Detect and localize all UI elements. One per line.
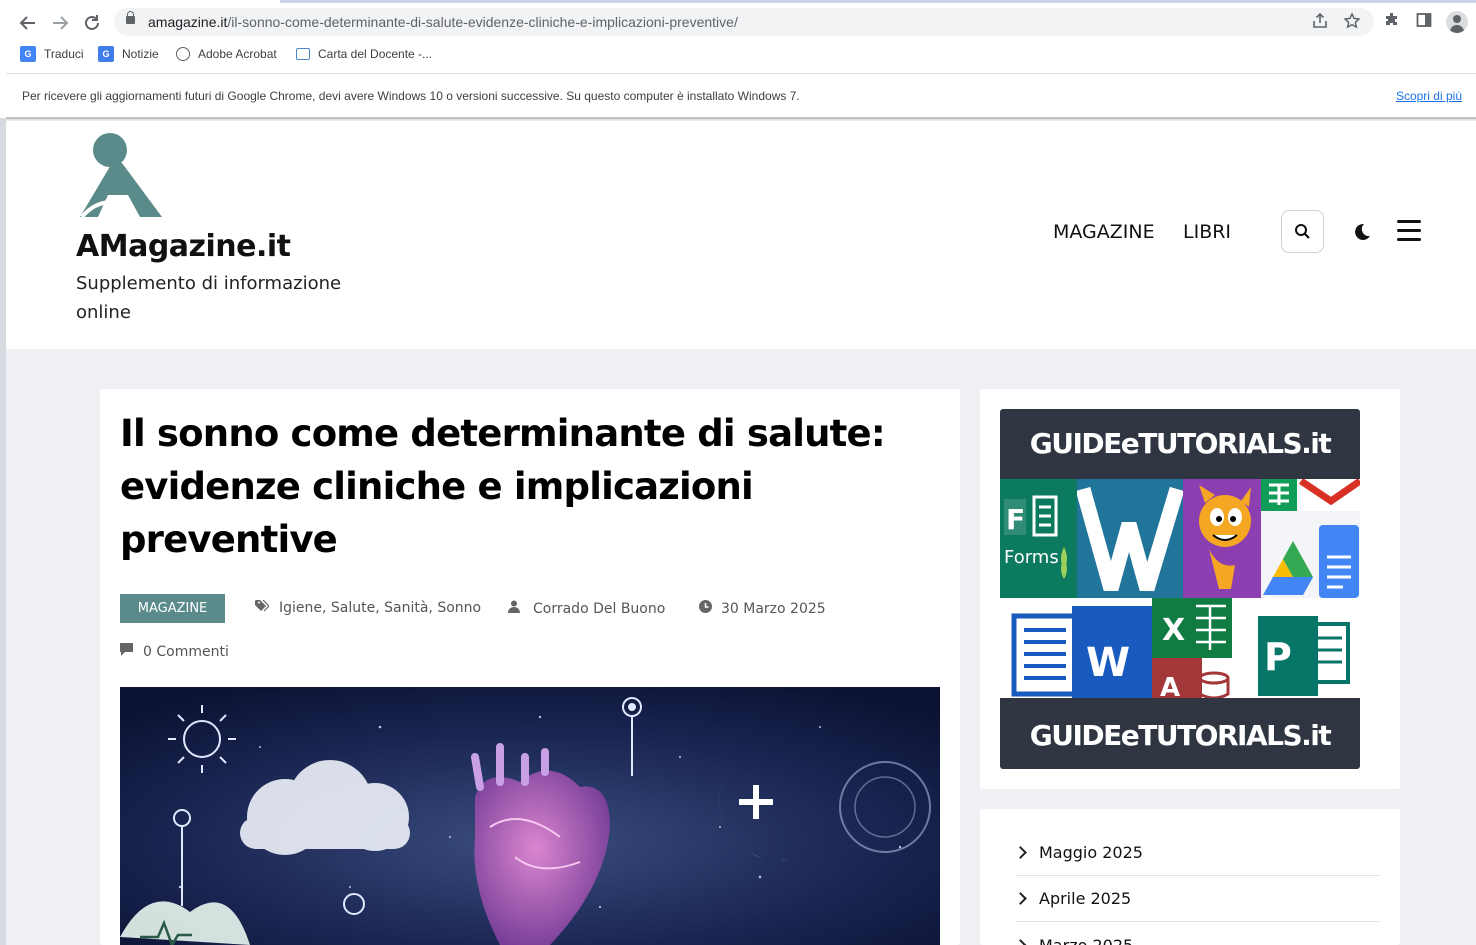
bookmark-carta-del-docente[interactable]: Carta del Docente -... (296, 44, 432, 64)
update-infobar: Per ricevere gli aggiornamenti futuri di… (6, 73, 1476, 119)
forms-label: Forms (1004, 547, 1059, 568)
bookmark-label: Adobe Acrobat (198, 47, 277, 61)
tag-links[interactable]: Igiene, Salute, Sanità, Sonno (279, 600, 481, 616)
forward-icon[interactable] (49, 12, 71, 34)
profile-avatar-icon[interactable] (1446, 11, 1468, 33)
share-icon[interactable] (1310, 12, 1330, 32)
article-tags: Igiene, Salute, Sanità, Sonno (255, 599, 481, 616)
archive-label: Marzo 2025 (1039, 935, 1134, 945)
nav-magazine[interactable]: MAGAZINE (1053, 221, 1155, 243)
chevron-right-icon (1014, 938, 1027, 945)
dark-mode-toggle[interactable] (1350, 221, 1372, 243)
reload-icon[interactable] (81, 12, 103, 34)
bookmark-label: Traduci (44, 47, 84, 61)
svg-text:A: A (1160, 673, 1180, 698)
google-news-icon: G (98, 46, 114, 62)
bookmark-label: Notizie (122, 47, 159, 61)
svg-text:P: P (1264, 635, 1292, 679)
forms-icon: F Forms (1000, 479, 1077, 598)
svg-text:X: X (1162, 613, 1185, 648)
url-path: /il-sonno-come-determinante-di-salute-ev… (227, 14, 738, 30)
extensions-icon[interactable] (1381, 11, 1403, 33)
ad-top-title: GUIDEeTUTORIALS.it (1000, 409, 1360, 479)
article-author: Corrado Del Buono (508, 600, 665, 617)
guideetutorials-banner[interactable]: GUIDEeTUTORIALS.it F Forms W X A P GUIDE… (1000, 409, 1360, 769)
site-tagline: Supplemento di informazione online (76, 273, 342, 323)
address-bar[interactable]: amagazine.it/il-sonno-come-determinante-… (114, 8, 1374, 36)
comment-icon (120, 643, 133, 660)
infobar-learn-more-link[interactable]: Scopri di più (1396, 89, 1462, 103)
google-apps-icon (1261, 479, 1360, 598)
bookmark-notizie[interactable]: G Notizie (98, 44, 159, 64)
svg-text:F: F (1006, 503, 1025, 536)
featured-image (120, 687, 940, 945)
bookmark-adobe-acrobat[interactable]: Adobe Acrobat (176, 44, 277, 64)
comments-link[interactable]: 0 Commenti (143, 644, 229, 660)
ad-bottom-title: GUIDEeTUTORIALS.it (1000, 698, 1360, 769)
archive-item[interactable]: Maggio 2025 (1014, 829, 1380, 876)
archive-label: Aprile 2025 (1039, 888, 1132, 908)
back-icon[interactable] (17, 12, 39, 34)
lock-icon[interactable] (126, 11, 135, 24)
site-title[interactable]: AMagazine.it (76, 229, 291, 264)
chevron-right-icon (1014, 891, 1027, 905)
archive-item[interactable]: Aprile 2025 (1014, 875, 1380, 922)
archive-item[interactable]: Marzo 2025 (1014, 922, 1380, 945)
date-link[interactable]: 30 Marzo 2025 (721, 601, 826, 617)
bookmark-star-icon[interactable] (1342, 12, 1362, 32)
bookmark-traduci[interactable]: G Traduci (20, 44, 84, 64)
moon-icon (1355, 223, 1370, 240)
wordpress-icon (1077, 479, 1183, 598)
sidebar-ad-widget: GUIDEeTUTORIALS.it F Forms W X A P GUIDE… (980, 389, 1400, 789)
archive-label: Maggio 2025 (1039, 842, 1143, 862)
article-card: Il sonno come determinante di salute: ev… (100, 389, 960, 945)
chevron-right-icon (1014, 845, 1027, 859)
tags-icon (255, 599, 270, 616)
page-icon (296, 48, 310, 60)
bookmark-label: Carta del Docente -... (318, 47, 433, 61)
article-date: 30 Marzo 2025 (699, 600, 826, 617)
window-accent-line (280, 0, 1476, 3)
category-badge[interactable]: MAGAZINE (120, 594, 225, 623)
search-button[interactable] (1281, 210, 1324, 253)
side-panel-icon[interactable] (1413, 11, 1435, 33)
search-icon (1295, 224, 1310, 239)
infobar-message: Per ricevere gli aggiornamenti futuri di… (22, 89, 800, 103)
google-translate-icon: G (20, 46, 36, 62)
hamburger-menu-icon[interactable] (1397, 220, 1421, 242)
scratch-cat-icon (1183, 479, 1261, 598)
author-link[interactable]: Corrado Del Buono (533, 601, 665, 617)
url-text[interactable]: amagazine.it/il-sonno-come-determinante-… (148, 14, 738, 30)
user-icon (508, 600, 520, 617)
archive-widget: Maggio 2025 Aprile 2025 Marzo 2025 (980, 809, 1400, 945)
site-logo[interactable] (78, 133, 168, 219)
site-header: AMagazine.it Supplemento di informazione… (6, 121, 1476, 349)
article-title: Il sonno come determinante di salute: ev… (120, 412, 886, 561)
globe-icon (176, 47, 190, 61)
office-apps-icon: W X A P (1000, 598, 1360, 698)
clock-icon (699, 600, 712, 617)
article-comments: 0 Commenti (120, 643, 229, 660)
url-host: amagazine.it (148, 14, 228, 30)
svg-text:W: W (1086, 640, 1130, 686)
nav-libri[interactable]: LIBRI (1183, 221, 1231, 243)
